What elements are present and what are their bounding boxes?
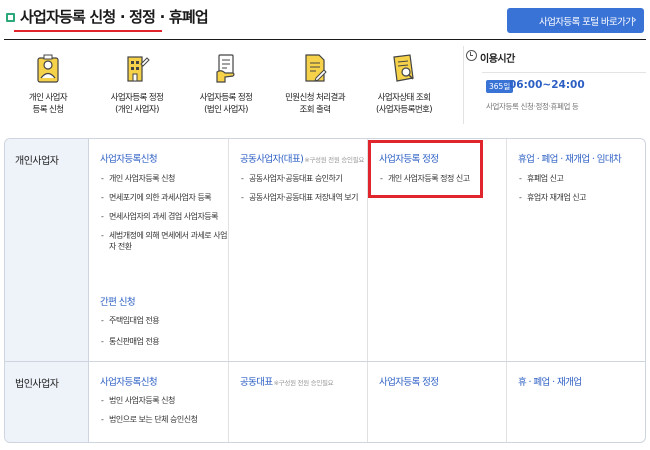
row-individual: 개인사업자 사업자등록신청 개인 사업자등록 신청 면세포기에 의한 과세사업자… bbox=[5, 139, 645, 361]
hours-rule bbox=[482, 72, 646, 73]
service-label-line1: 사업자등록 정정 bbox=[110, 93, 164, 103]
page-header: 사업자등록 신청 · 정정 · 휴폐업 사업자등록 포털 바로가기 › bbox=[0, 0, 650, 40]
col-heading-joint-rep-label: 공동대표 bbox=[240, 377, 273, 388]
service-label-line1: 민원신청 처리결과 bbox=[285, 93, 345, 103]
corporate-register-items: 법인 사업자등록 신청 법인으로 보는 단체 승인신청 bbox=[101, 395, 227, 433]
col-register-individual: 사업자등록신청 개인 사업자등록 신청 면세포기에 의한 과세사업자 등록 면세… bbox=[89, 139, 229, 361]
service-complaint-result[interactable]: 민원신청 처리결과 조회 출력 bbox=[273, 52, 357, 116]
row-label: 개인사업자 bbox=[15, 156, 59, 167]
service-label-line2: 조회 출력 bbox=[299, 105, 332, 115]
closure-items: 휴폐업 신고 휴업자 재개업 신고 bbox=[519, 173, 645, 211]
service-individual-register[interactable]: 개인 사업자 등록 신청 bbox=[6, 52, 90, 116]
row-label: 법인사업자 bbox=[15, 379, 59, 390]
building-edit-icon bbox=[127, 56, 150, 82]
service-label-line2: (법인 사업자) bbox=[204, 105, 248, 115]
service-menu-grid: 개인사업자 사업자등록신청 개인 사업자등록 신청 면세포기에 의한 과세사업자… bbox=[4, 138, 646, 443]
col-register-corporate: 사업자등록신청 법인 사업자등록 신청 법인으로 보는 단체 승인신청 bbox=[89, 362, 229, 442]
service-label-line2: (사업자등록번호) bbox=[376, 105, 433, 115]
portal-button-label: 사업자등록 포털 바로가기 bbox=[539, 16, 634, 28]
doc-edit-icon bbox=[305, 54, 327, 82]
col-heading-joint-label: 공동사업자(대표) bbox=[240, 154, 304, 165]
col-closure-corporate: 휴 · 폐업 · 재개업 bbox=[507, 362, 645, 442]
menu-link[interactable]: 통신판매업 전용 bbox=[101, 336, 227, 347]
col-joint-rep: 공동대표※구성원 전원 승인필요 bbox=[229, 362, 368, 442]
menu-link[interactable]: 법인 사업자등록 신청 bbox=[101, 395, 227, 406]
col-heading-correction[interactable]: 사업자등록 정정 bbox=[379, 374, 439, 388]
register-items: 개인 사업자등록 신청 면세포기에 의한 과세사업자 등록 면세사업자의 과세 … bbox=[101, 173, 227, 260]
hours-time: 06:00~24:00 bbox=[509, 79, 585, 91]
menu-link[interactable]: 휴업자 재개업 신고 bbox=[519, 192, 645, 203]
service-correction-individual[interactable]: 사업자등록 정정 (개인 사업자) bbox=[95, 52, 179, 116]
col-closure-individual: 휴업 · 폐업 · 재개업 · 임대차 휴폐업 신고 휴업자 재개업 신고 bbox=[507, 139, 645, 361]
chevron-right-icon: › bbox=[632, 13, 636, 26]
row-header-individual: 개인사업자 bbox=[5, 139, 89, 361]
service-hours-panel: 이용시간 365일 06:00~24:00 사업자등록 신청·정정·휴폐업 등 bbox=[464, 48, 646, 124]
hours-note: 사업자등록 신청·정정·휴폐업 등 bbox=[486, 102, 579, 111]
title-bullet-icon bbox=[6, 13, 15, 22]
col-heading-register[interactable]: 사업자등록신청 bbox=[100, 151, 158, 165]
menu-link[interactable]: 공동사업자·공동대표 승인하기 bbox=[241, 173, 367, 184]
simple-apply-items: 주택임대업 전용 통신판매업 전용 bbox=[101, 315, 227, 357]
simple-apply-heading[interactable]: 간편 신청 bbox=[100, 294, 136, 308]
highlight-box bbox=[368, 140, 483, 198]
col-heading-joint-rep[interactable]: 공동대표※구성원 전원 승인필요 bbox=[240, 374, 334, 388]
col-joint-business: 공동사업자(대표)※구성원 전원 승인필요 공동사업자·공동대표 승인하기 공동… bbox=[229, 139, 368, 361]
col-heading-closure[interactable]: 휴 · 폐업 · 재개업 bbox=[518, 374, 582, 388]
hours-label: 이용시간 bbox=[480, 54, 515, 65]
row-corporate: 법인사업자 사업자등록신청 법인 사업자등록 신청 법인으로 보는 단체 승인신… bbox=[5, 361, 645, 442]
menu-link[interactable]: 개인 사업자등록 신청 bbox=[101, 173, 227, 184]
search-doc-icon bbox=[393, 54, 414, 82]
menu-link[interactable]: 법인으로 보는 단체 승인신청 bbox=[101, 414, 227, 425]
service-label-line1: 사업자상태 조회 bbox=[377, 93, 431, 103]
col-heading-joint[interactable]: 공동사업자(대표)※구성원 전원 승인필요 bbox=[240, 151, 364, 165]
approval-note: ※구성원 전원 승인필요 bbox=[273, 379, 334, 387]
service-label-line2: 등록 신청 bbox=[32, 105, 65, 115]
menu-link[interactable]: 공동사업자·공동대표 저장내역 보기 bbox=[241, 192, 367, 203]
clock-icon bbox=[466, 50, 477, 61]
menu-link[interactable]: 면세포기에 의한 과세사업자 등록 bbox=[101, 192, 227, 203]
col-heading-register[interactable]: 사업자등록신청 bbox=[100, 374, 158, 388]
header-divider bbox=[4, 39, 646, 40]
menu-link[interactable]: 휴폐업 신고 bbox=[519, 173, 645, 184]
person-doc-icon bbox=[37, 54, 59, 83]
menu-link[interactable]: 면세사업자의 과세 겸업 사업자등록 bbox=[101, 211, 227, 222]
joint-items: 공동사업자·공동대표 승인하기 공동사업자·공동대표 저장내역 보기 bbox=[241, 173, 367, 211]
portal-shortcut-button[interactable]: 사업자등록 포털 바로가기 › bbox=[507, 8, 644, 33]
service-status-inquiry[interactable]: 사업자상태 조회 (사업자등록번호) bbox=[362, 52, 446, 116]
col-correction-corporate: 사업자등록 정정 bbox=[368, 362, 507, 442]
service-label-line1: 개인 사업자 bbox=[28, 93, 68, 103]
menu-link[interactable]: 세법개정에 의해 면세에서 과세로 사업자 전환 bbox=[101, 230, 227, 252]
row-header-corporate: 법인사업자 bbox=[5, 362, 89, 442]
service-label-line2: (개인 사업자) bbox=[115, 105, 159, 115]
col-heading-closure[interactable]: 휴업 · 폐업 · 재개업 · 임대차 bbox=[518, 151, 622, 165]
hand-doc-icon bbox=[216, 54, 235, 83]
service-label-line1: 사업자등록 정정 bbox=[199, 93, 253, 103]
approval-note: ※구성원 전원 승인필요 bbox=[304, 156, 365, 164]
title-underline bbox=[14, 30, 162, 32]
page-title: 사업자등록 신청 · 정정 · 휴폐업 bbox=[20, 8, 209, 26]
service-correction-corporate[interactable]: 사업자등록 정정 (법인 사업자) bbox=[184, 52, 268, 116]
menu-link[interactable]: 주택임대업 전용 bbox=[101, 315, 227, 326]
